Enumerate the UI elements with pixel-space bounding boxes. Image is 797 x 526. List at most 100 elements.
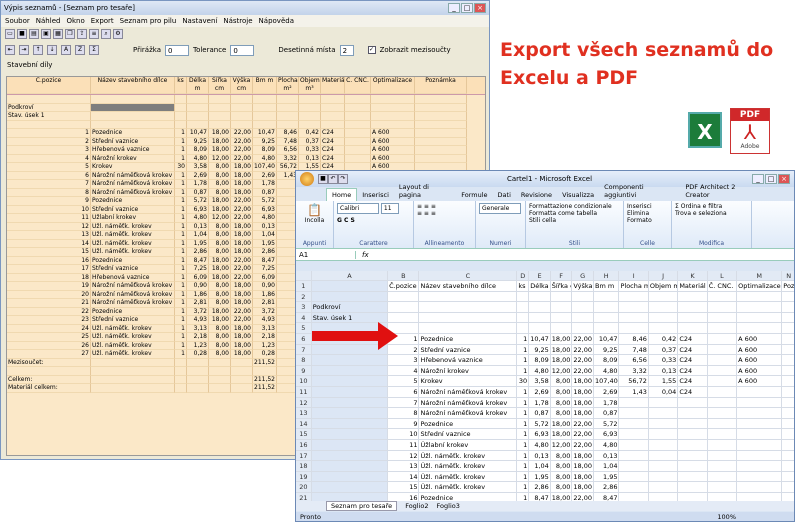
grid-cell[interactable]: 3 bbox=[7, 146, 91, 155]
sheet-cell[interactable]: Nárožní náměťková krokev bbox=[419, 397, 518, 409]
print-icon[interactable]: ▤ bbox=[29, 29, 39, 39]
qat-redo-icon[interactable]: ↷ bbox=[338, 174, 348, 184]
grid-cell[interactable]: 4,80 bbox=[253, 214, 277, 223]
column-letter[interactable]: J bbox=[648, 271, 679, 281]
grid-cell[interactable]: 22,00 bbox=[231, 154, 253, 163]
sheet-cell[interactable] bbox=[782, 334, 794, 345]
grid-cell[interactable]: 27 bbox=[7, 350, 91, 359]
sheet-cell[interactable]: 9,25 bbox=[593, 344, 620, 356]
grid-cell[interactable]: 18,00 bbox=[231, 341, 253, 350]
sheet-cell[interactable] bbox=[619, 418, 649, 430]
sheet-cell[interactable] bbox=[707, 397, 738, 409]
sheet-cell[interactable] bbox=[619, 482, 649, 493]
grid-cell[interactable]: Celkem: bbox=[7, 375, 91, 384]
grid-cell[interactable]: 18,00 bbox=[231, 282, 253, 291]
sheet-cell[interactable]: 8,00 bbox=[550, 376, 573, 387]
sheet-cell[interactable]: Úžl. náměťk. krokev bbox=[419, 471, 518, 483]
sheet-cell[interactable]: 18,00 bbox=[550, 333, 573, 345]
row-number[interactable]: 12 bbox=[296, 397, 312, 409]
grid-cell[interactable]: 1,04 bbox=[187, 231, 209, 240]
grid-cell[interactable]: 0,90 bbox=[253, 282, 277, 291]
grid-cell[interactable]: Úžl. náměťk. krokev bbox=[91, 231, 175, 240]
table-icon[interactable]: ▦ bbox=[53, 29, 63, 39]
grid-cell[interactable]: 1 bbox=[175, 205, 187, 214]
sheet-cell[interactable]: Pozednice bbox=[419, 333, 518, 345]
sheet-cell[interactable] bbox=[707, 461, 738, 472]
grid-cell[interactable] bbox=[321, 103, 345, 112]
sheet-cell[interactable]: 8,46 bbox=[619, 333, 649, 345]
menu-soubor[interactable]: Soubor bbox=[5, 17, 30, 25]
sheet-cell[interactable]: Úžl. náměťk. krokev bbox=[419, 450, 518, 462]
grid-cell[interactable]: Střední vaznice bbox=[91, 265, 175, 274]
grid-cell[interactable]: 22,00 bbox=[231, 307, 253, 316]
sheet-cell[interactable] bbox=[782, 440, 794, 451]
grid-cell[interactable] bbox=[91, 103, 175, 112]
grid-cell[interactable]: 1 bbox=[175, 256, 187, 265]
grid-cell[interactable]: 8,47 bbox=[253, 256, 277, 265]
sheet-cell[interactable]: 8,09 bbox=[593, 355, 620, 366]
sheet-cell[interactable] bbox=[517, 302, 530, 313]
column-header[interactable]: Název stavebního dílce bbox=[91, 77, 175, 94]
grid-cell[interactable]: 1 bbox=[175, 350, 187, 359]
sheet-cell[interactable] bbox=[707, 386, 738, 398]
grid-cell[interactable]: 22,00 bbox=[231, 265, 253, 274]
sort-asc-icon[interactable]: A bbox=[61, 45, 71, 55]
grid-cell[interactable]: 1 bbox=[175, 265, 187, 274]
grid-cell[interactable] bbox=[187, 375, 209, 384]
outdent-icon[interactable]: ⇥ bbox=[19, 45, 29, 55]
grid-cell[interactable]: 0,13 bbox=[253, 222, 277, 231]
sheet-cell[interactable]: 12,00 bbox=[550, 439, 573, 451]
grid-cell[interactable]: Úžl. náměťk. krokev bbox=[91, 341, 175, 350]
grid-cell[interactable]: 4,80 bbox=[187, 154, 209, 163]
row-number[interactable]: 8 bbox=[296, 355, 312, 366]
sheet-cell[interactable]: 0,87 bbox=[529, 408, 551, 419]
grid-cell[interactable] bbox=[345, 120, 371, 129]
grid-cell[interactable]: 12 bbox=[7, 222, 91, 231]
column-letter[interactable]: C bbox=[419, 271, 518, 281]
grid-cell[interactable]: 18,00 bbox=[209, 273, 231, 282]
sheet-cell[interactable] bbox=[707, 302, 738, 313]
column-header[interactable]: Č.pozice bbox=[7, 77, 91, 94]
sheet-cell[interactable] bbox=[782, 398, 794, 409]
sheet-cell[interactable]: Materiál bbox=[678, 281, 708, 292]
grid-cell[interactable]: 107,40 bbox=[253, 163, 277, 172]
grid-cell[interactable]: 1 bbox=[175, 137, 187, 146]
grid-cell[interactable]: 9,25 bbox=[187, 137, 209, 146]
grid-cell[interactable]: Úžl. náměťk. krokev bbox=[91, 324, 175, 333]
grid-cell[interactable]: 20 bbox=[7, 290, 91, 299]
sum-icon[interactable]: Σ bbox=[89, 45, 99, 55]
format-cells-button[interactable]: Formato bbox=[627, 217, 668, 224]
sheet-cell[interactable]: 56,72 bbox=[619, 376, 649, 387]
sheet-cell[interactable]: 1 bbox=[517, 397, 530, 409]
grid-cell[interactable] bbox=[415, 137, 467, 146]
grid-cell[interactable]: 22,00 bbox=[231, 256, 253, 265]
sheet-cell[interactable]: 1 bbox=[517, 365, 530, 377]
grid-cell[interactable]: 1,23 bbox=[253, 341, 277, 350]
sheet-cell[interactable]: 6,93 bbox=[593, 429, 620, 440]
grid-cell[interactable]: 8,00 bbox=[209, 248, 231, 257]
sheet-cell[interactable] bbox=[678, 429, 708, 440]
grid-cell[interactable]: 8,00 bbox=[209, 350, 231, 359]
row-number[interactable]: 5 bbox=[296, 323, 312, 334]
row-number[interactable]: 19 bbox=[296, 471, 312, 483]
sheet-tab-seznam[interactable]: Seznam pro tesaře bbox=[326, 501, 398, 511]
sheet-cell[interactable]: 2,69 bbox=[593, 386, 620, 398]
grid-cell[interactable]: 4,93 bbox=[187, 316, 209, 325]
grid-cell[interactable]: Nárožní krokev bbox=[91, 154, 175, 163]
grid-cell[interactable]: 4,93 bbox=[253, 316, 277, 325]
sheet-cell[interactable] bbox=[311, 492, 389, 501]
sort-filter-button[interactable]: Ordina e filtra bbox=[681, 203, 723, 210]
grid-cell[interactable] bbox=[91, 120, 175, 129]
grid-cell[interactable] bbox=[345, 146, 371, 155]
tab-layout[interactable]: Layout di pagina bbox=[394, 181, 456, 201]
grid-cell[interactable]: Hřebenová vaznice bbox=[91, 146, 175, 155]
sheet-cell[interactable] bbox=[529, 312, 551, 324]
grid-cell[interactable]: Nárožní náměťková krokev bbox=[91, 282, 175, 291]
grid-cell[interactable] bbox=[91, 112, 175, 121]
fx-icon[interactable]: fx bbox=[356, 251, 375, 259]
sheet-cell[interactable] bbox=[619, 323, 649, 334]
grid-cell[interactable]: 1,04 bbox=[253, 231, 277, 240]
column-letter[interactable]: I bbox=[619, 271, 649, 281]
row-number[interactable]: 2 bbox=[296, 291, 312, 303]
grid-cell[interactable] bbox=[175, 358, 187, 367]
